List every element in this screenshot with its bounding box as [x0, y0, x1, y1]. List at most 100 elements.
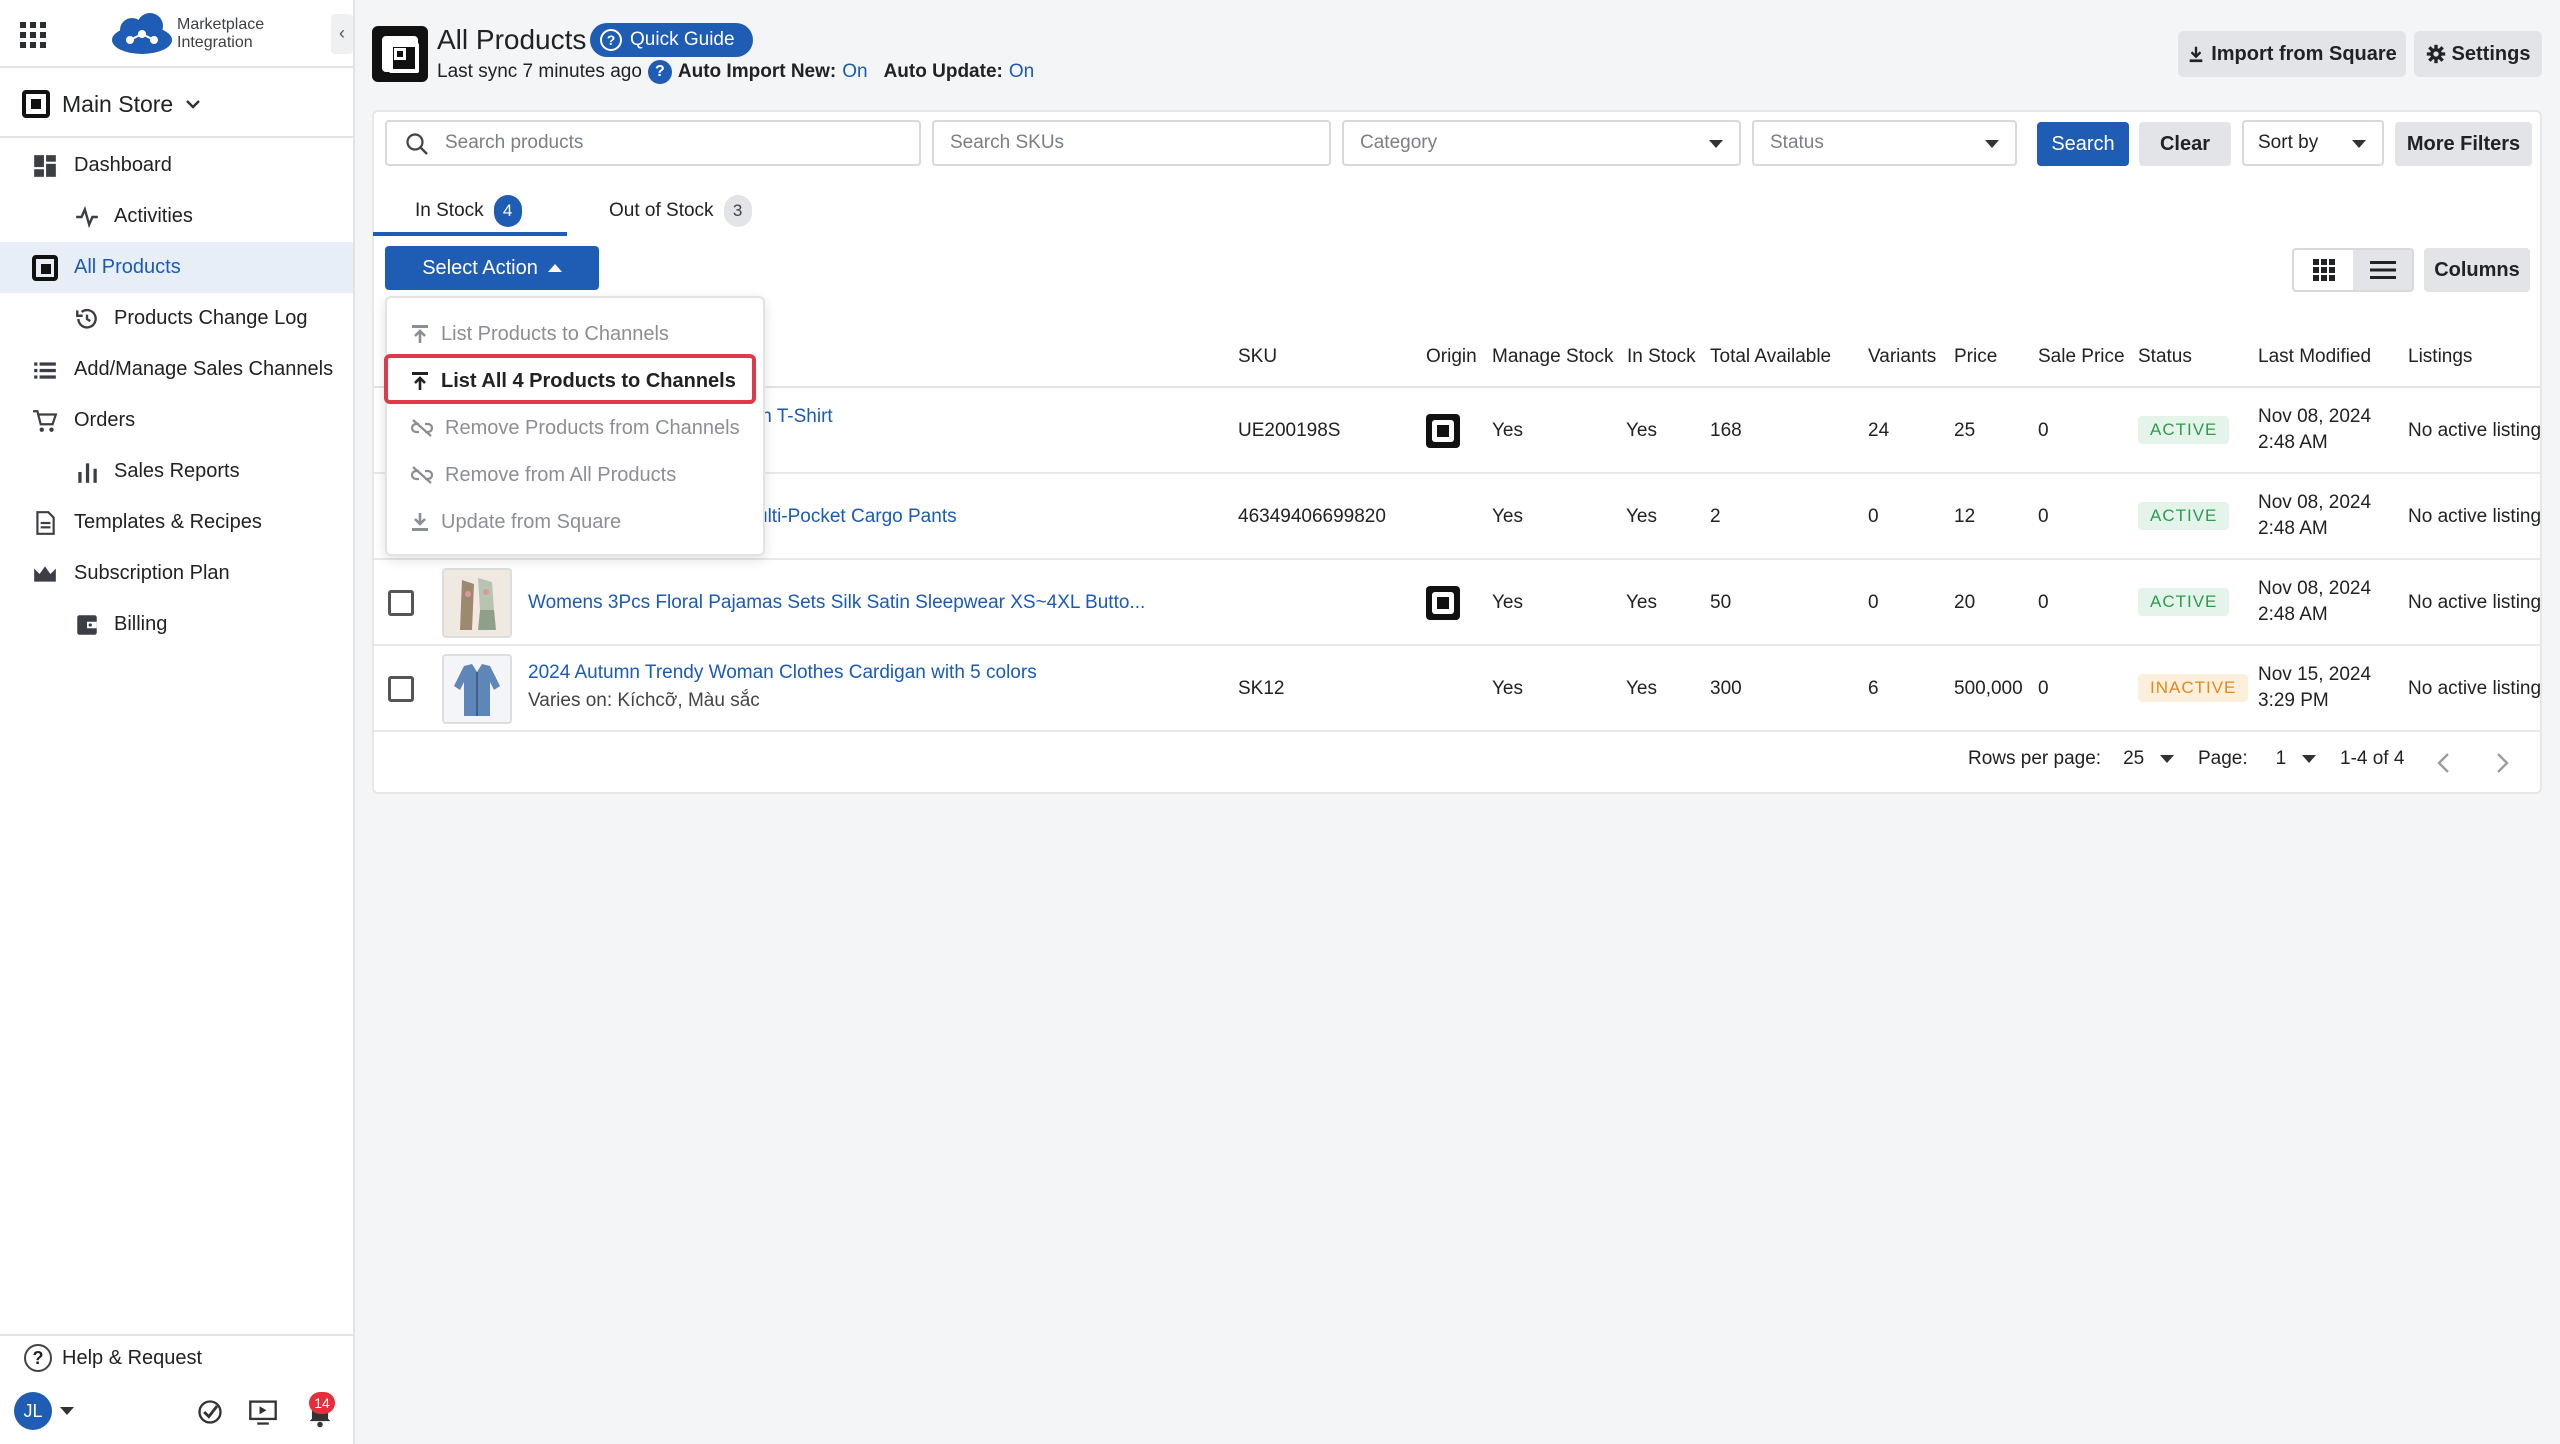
- column-header-sale-price[interactable]: Sale Price: [2038, 346, 2125, 368]
- quick-guide-button[interactable]: ? Quick Guide: [590, 23, 753, 57]
- manage-stock-cell: Yes: [1492, 506, 1523, 527]
- grid-view-icon: [2312, 259, 2335, 281]
- total-available-cell: 300: [1710, 678, 1742, 699]
- rows-per-page-select[interactable]: 25: [2123, 748, 2144, 770]
- download-icon: [2189, 46, 2203, 63]
- variants-cell: 6: [1868, 678, 1879, 699]
- search-skus-input[interactable]: Search SKUs: [932, 120, 1331, 166]
- last-modified-time: 3:29 PM: [2258, 690, 2329, 711]
- tab-count-badge: 4: [493, 195, 522, 227]
- variants-cell: 24: [1868, 420, 1890, 441]
- column-header-status[interactable]: Status: [2138, 346, 2192, 368]
- product-name-link[interactable]: in T-Shirt: [757, 406, 833, 428]
- sidebar-item-products-change-log[interactable]: Products Change Log: [0, 293, 353, 344]
- row-checkbox[interactable]: [388, 676, 414, 702]
- menu-item-remove-from-channels[interactable]: Remove Products from Channels: [411, 408, 740, 448]
- status-badge: ACTIVE: [2138, 416, 2230, 444]
- sidebar-item-subscription[interactable]: Subscription Plan: [0, 548, 353, 599]
- apps-grid-icon[interactable]: [20, 22, 46, 48]
- collapse-sidebar-button[interactable]: ‹: [331, 14, 353, 54]
- menu-item-remove-from-all[interactable]: Remove from All Products: [411, 455, 676, 495]
- table-row[interactable]: 2024 Autumn Trendy Woman Clothes Cardiga…: [374, 646, 2542, 732]
- sidebar-item-sales-channels[interactable]: Add/Manage Sales Channels: [0, 344, 353, 395]
- manage-stock-cell: Yes: [1492, 678, 1523, 699]
- sidebar-item-orders[interactable]: Orders: [0, 395, 353, 446]
- more-filters-button[interactable]: More Filters: [2395, 122, 2532, 166]
- column-header-in-stock[interactable]: In Stock: [1627, 346, 1696, 368]
- page-selector: Page: 1: [2198, 748, 2317, 770]
- select-action-button[interactable]: Select Action: [385, 246, 599, 290]
- sort-by-select[interactable]: Sort by: [2242, 120, 2384, 166]
- columns-button[interactable]: Columns: [2424, 248, 2530, 292]
- store-selector[interactable]: Main Store: [22, 84, 201, 124]
- sort-by-label: Sort by: [2258, 132, 2319, 153]
- column-header-last-modified[interactable]: Last Modified: [2258, 346, 2371, 368]
- product-name-link[interactable]: Womens 3Pcs Floral Pajamas Sets Silk Sat…: [528, 592, 1145, 614]
- column-header-manage-stock[interactable]: Manage Stock: [1492, 346, 1613, 368]
- task-check-icon[interactable]: [196, 1398, 224, 1426]
- product-thumbnail[interactable]: [442, 654, 512, 724]
- avatar[interactable]: JL: [14, 1392, 52, 1430]
- page-range: 1-4 of 4: [2340, 748, 2405, 769]
- import-from-square-button[interactable]: Import from Square: [2178, 31, 2406, 77]
- wallet-icon: [77, 615, 97, 635]
- column-header-origin[interactable]: Origin: [1426, 346, 1477, 368]
- chevron-down-icon[interactable]: [2160, 755, 2175, 763]
- list-view-button[interactable]: [2353, 250, 2412, 290]
- column-header-sku[interactable]: SKU: [1238, 346, 1277, 368]
- sku-cell: 46349406699820: [1238, 506, 1386, 527]
- auto-import-value[interactable]: On: [842, 61, 867, 83]
- help-request-link[interactable]: ? Help & Request: [24, 1344, 202, 1372]
- search-products-input[interactable]: Search products: [385, 120, 921, 166]
- clear-button[interactable]: Clear: [2139, 122, 2231, 166]
- avatar-caret-icon[interactable]: [60, 1407, 74, 1415]
- product-name-link[interactable]: 2024 Autumn Trendy Woman Clothes Cardiga…: [528, 662, 1037, 684]
- sidebar-item-dashboard[interactable]: Dashboard: [0, 140, 353, 191]
- column-header-listings[interactable]: Listings: [2408, 346, 2472, 368]
- sidebar-item-templates[interactable]: Templates & Recipes: [0, 497, 353, 548]
- sync-help-icon[interactable]: ?: [647, 60, 672, 84]
- settings-button[interactable]: Settings: [2414, 31, 2542, 77]
- product-name-link[interactable]: ulti-Pocket Cargo Pants: [757, 506, 957, 528]
- cloud-logo-icon: [112, 13, 172, 54]
- search-button[interactable]: Search: [2037, 122, 2129, 166]
- crown-icon: [34, 566, 56, 582]
- page-select[interactable]: 1: [2276, 748, 2287, 770]
- price-cell: 25: [1954, 420, 1976, 441]
- sidebar-item-all-products[interactable]: All Products: [0, 242, 353, 293]
- status-select[interactable]: Status: [1752, 120, 2017, 166]
- auto-update-value[interactable]: On: [1009, 61, 1034, 83]
- grid-view-button[interactable]: [2294, 250, 2353, 290]
- chevron-down-icon[interactable]: [2302, 755, 2317, 763]
- menu-item-label: Remove from All Products: [445, 463, 677, 486]
- menu-item-list-products[interactable]: List Products to Channels: [411, 314, 669, 354]
- menu-item-label: List Products to Channels: [441, 322, 669, 345]
- rows-per-page-label: Rows per page:: [1968, 748, 2102, 769]
- cart-icon: [33, 410, 58, 432]
- sidebar-item-activities[interactable]: Activities: [0, 191, 353, 242]
- page-title: All Products: [437, 24, 587, 55]
- listings-cell: No active listing: [2408, 678, 2542, 699]
- prev-page-icon[interactable]: [2436, 752, 2452, 774]
- last-modified-date: Nov 08, 2024: [2258, 492, 2372, 513]
- sidebar-nav: Dashboard Activities All Products Produc…: [0, 140, 353, 650]
- tab-count-badge: 3: [723, 195, 752, 227]
- sidebar-item-billing[interactable]: Billing: [0, 599, 353, 650]
- column-header-variants[interactable]: Variants: [1868, 346, 1936, 368]
- category-select[interactable]: Category: [1342, 120, 1741, 166]
- row-checkbox[interactable]: [388, 590, 414, 616]
- menu-item-update-from-square[interactable]: Update from Square: [411, 502, 621, 542]
- column-header-total-available[interactable]: Total Available: [1710, 346, 1831, 368]
- tab-label: In Stock: [415, 200, 484, 221]
- next-page-icon[interactable]: [2494, 752, 2510, 774]
- sidebar-item-sales-reports[interactable]: Sales Reports: [0, 446, 353, 497]
- tab-out-of-stock[interactable]: Out of Stock 3: [609, 186, 752, 236]
- total-available-cell: 50: [1710, 592, 1732, 613]
- store-name: Main Store: [62, 90, 174, 117]
- tab-in-stock[interactable]: In Stock 4: [415, 186, 522, 236]
- table-row[interactable]: Womens 3Pcs Floral Pajamas Sets Silk Sat…: [374, 560, 2541, 646]
- video-tutorial-icon[interactable]: [248, 1398, 278, 1426]
- column-header-price[interactable]: Price: [1954, 346, 1997, 368]
- product-thumbnail[interactable]: [442, 568, 512, 638]
- status-badge: ACTIVE: [2138, 502, 2230, 530]
